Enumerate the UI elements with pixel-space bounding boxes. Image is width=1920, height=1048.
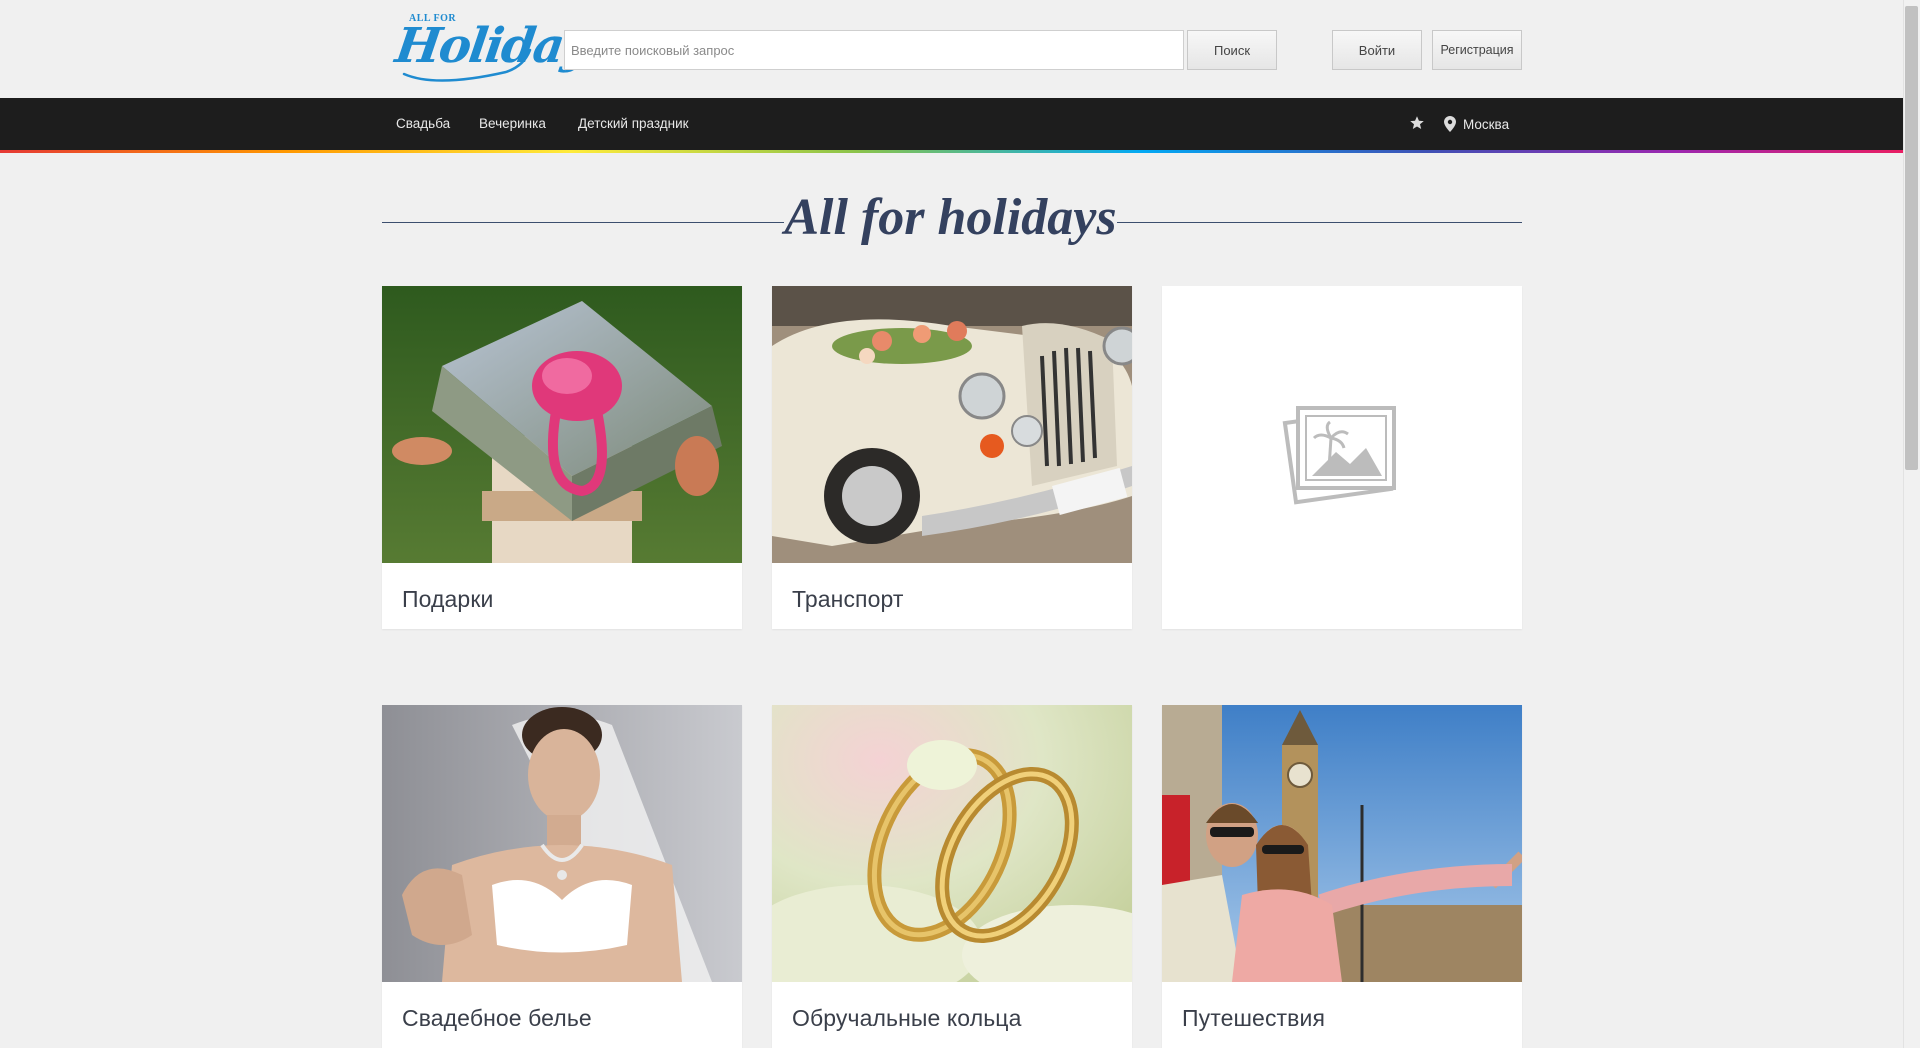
travel-london-photo [1162, 705, 1522, 982]
bride-lingerie-photo [382, 705, 742, 982]
nav-item-wedding[interactable]: Свадьба [396, 98, 450, 150]
title-divider-left [382, 222, 784, 223]
map-pin-icon [1444, 116, 1456, 132]
city-label: Москва [1463, 116, 1510, 132]
title-divider-right [1117, 222, 1522, 223]
search-input[interactable] [564, 30, 1184, 70]
card-label: Обручальные кольца [792, 1005, 1022, 1031]
card-label: Подарки [402, 586, 494, 612]
category-card-transport[interactable]: Транспорт [772, 286, 1132, 629]
wedding-rings-photo [772, 705, 1132, 982]
card-label: Транспорт [792, 586, 904, 612]
category-card-bridal-lingerie[interactable]: Свадебное белье [382, 705, 742, 1048]
image-placeholder [1162, 286, 1522, 563]
category-card-wedding-rings[interactable]: Обручальные кольца [772, 705, 1132, 1048]
nav-item-kids-party[interactable]: Детский праздник [578, 98, 689, 150]
category-card-no-image[interactable] [1162, 286, 1522, 629]
main-navbar [0, 98, 1903, 150]
star-icon[interactable] [1408, 114, 1426, 132]
location-selector[interactable]: Москва [1444, 98, 1509, 150]
nav-item-party[interactable]: Вечеринка [479, 98, 546, 150]
wedding-car-photo [772, 286, 1132, 563]
category-card-gifts[interactable]: Подарки [382, 286, 742, 629]
register-button[interactable]: Регистрация [1432, 30, 1522, 70]
site-logo[interactable]: ALL FOR Holidays [392, 10, 617, 86]
navbar-rainbow-divider [0, 150, 1903, 153]
page-scrollbar-thumb[interactable] [1905, 6, 1918, 470]
login-button[interactable]: Войти [1332, 30, 1422, 70]
page-title: All for holidays [784, 189, 1117, 246]
card-label: Путешествия [1182, 1005, 1325, 1031]
card-label: Свадебное белье [402, 1005, 592, 1031]
gift-box-photo [382, 286, 742, 563]
search-button[interactable]: Поиск [1187, 30, 1277, 70]
image-placeholder-icon [1282, 406, 1396, 505]
category-card-travel[interactable]: Путешествия [1162, 705, 1522, 1048]
